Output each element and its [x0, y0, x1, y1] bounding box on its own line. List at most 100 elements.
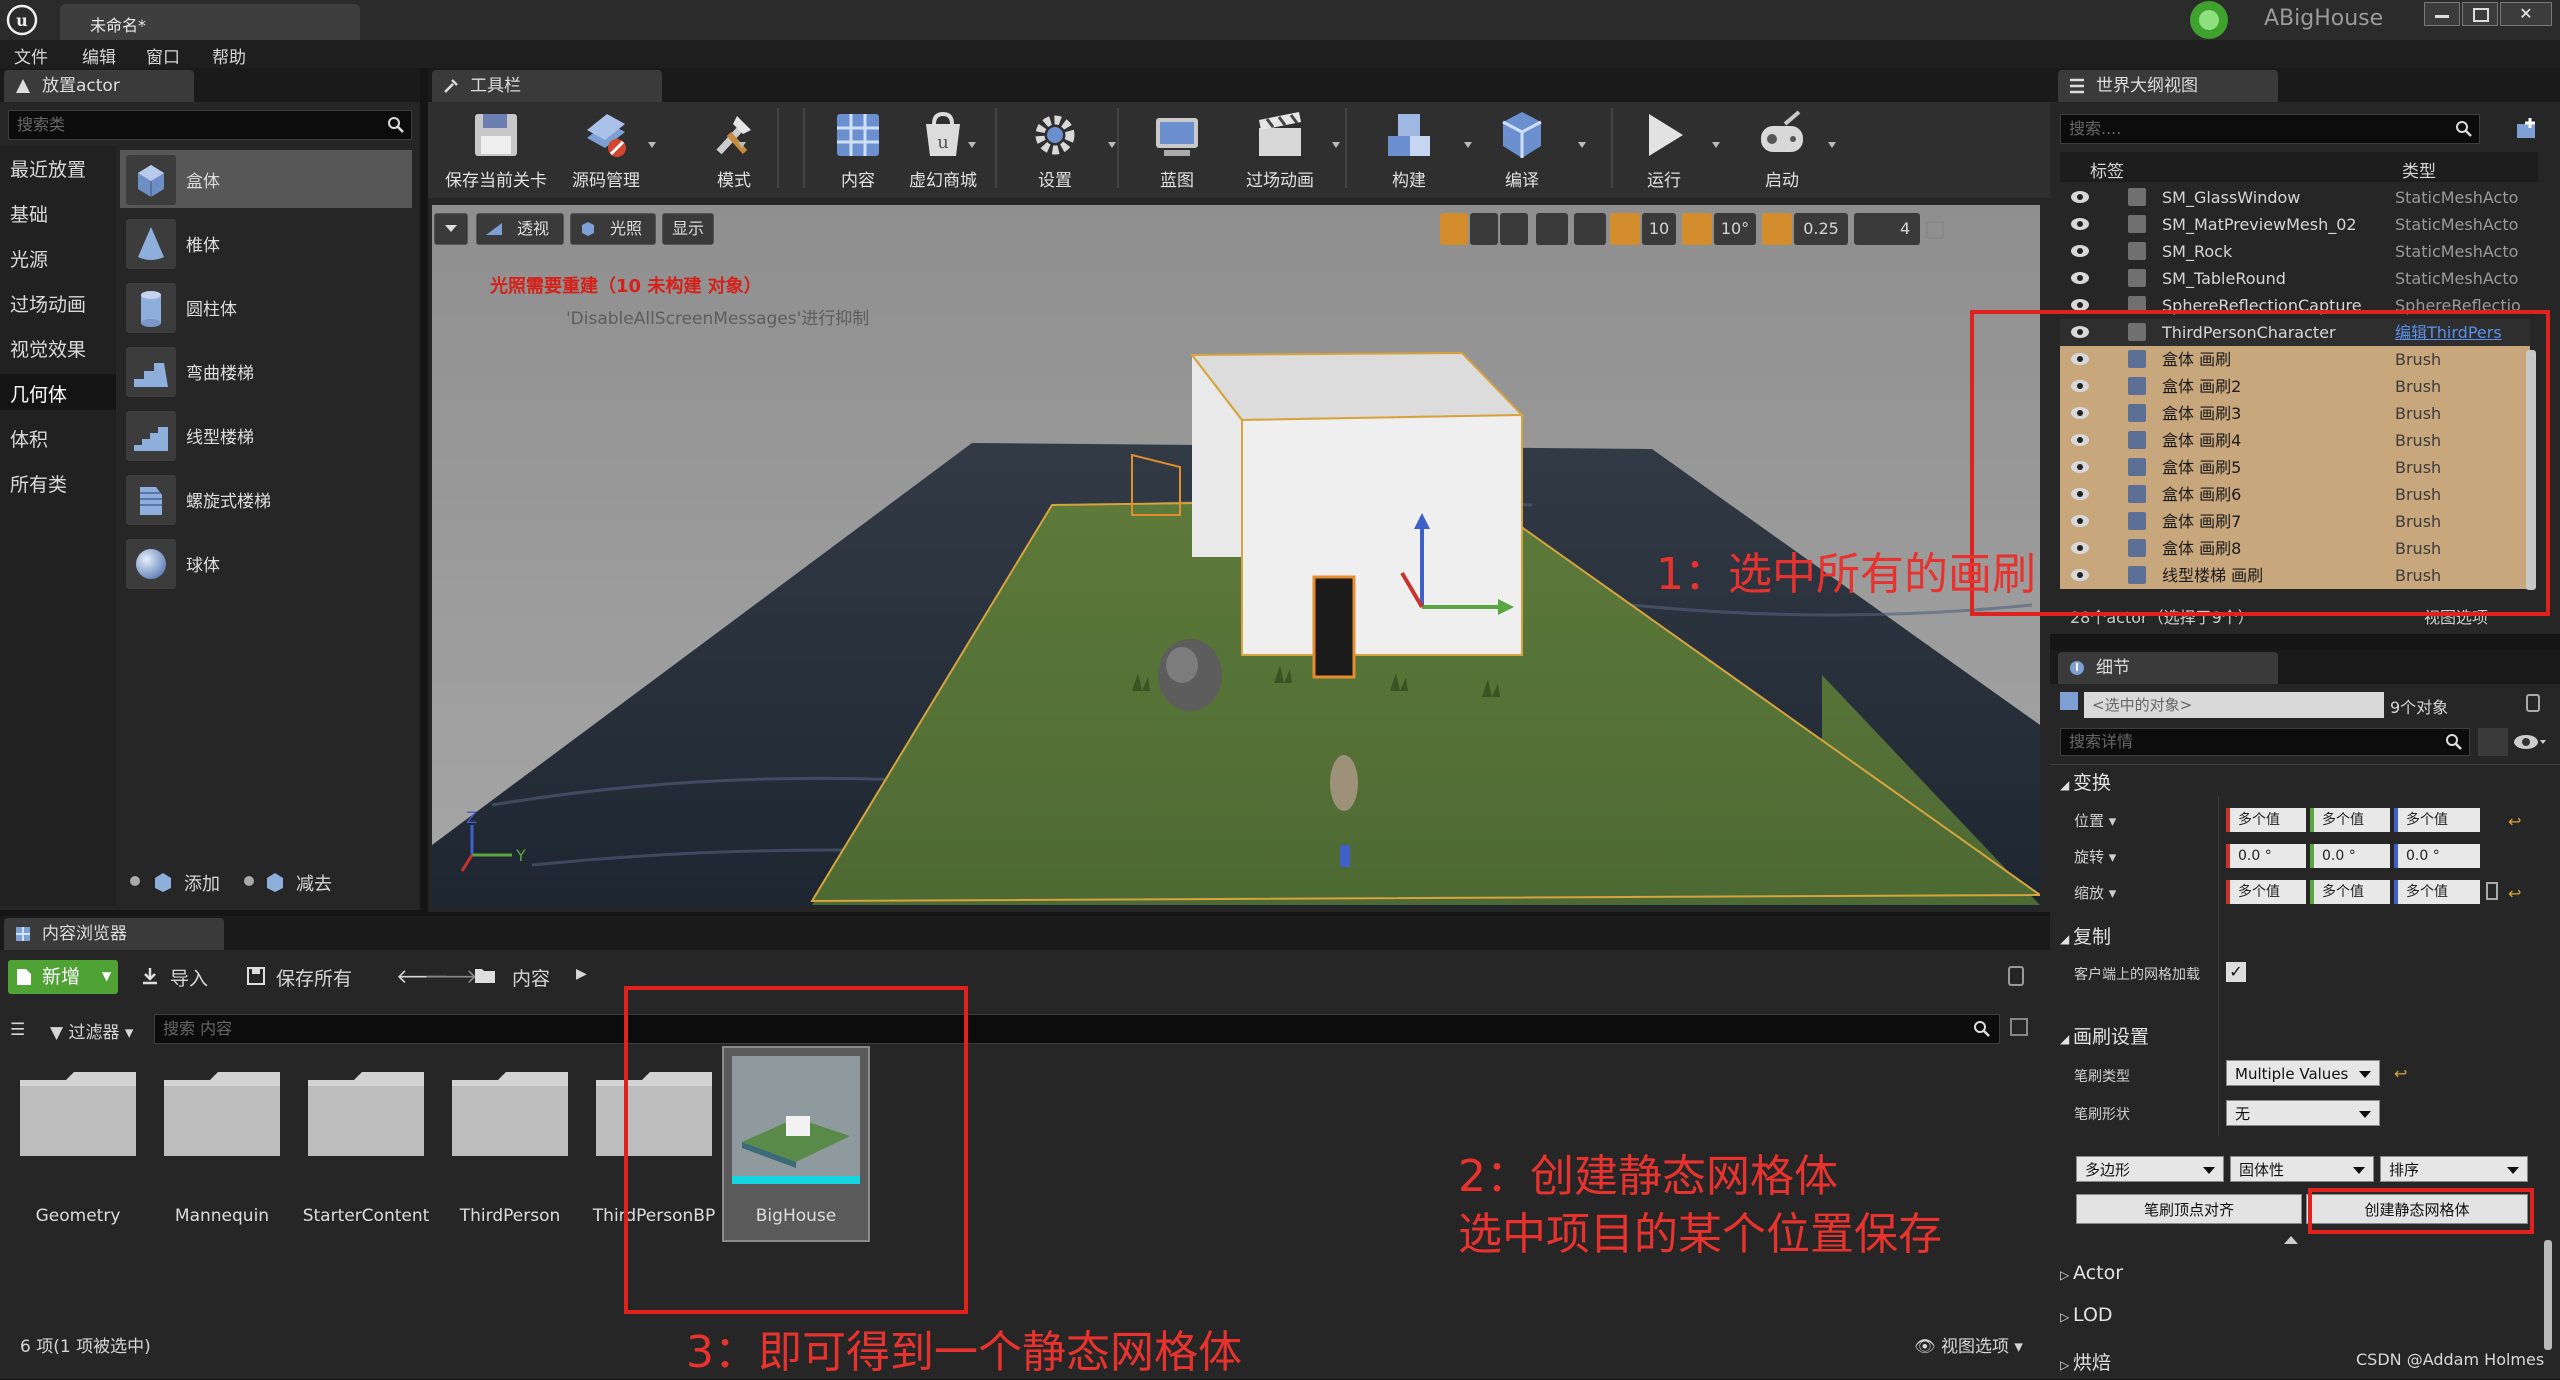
outliner-search-input[interactable]: 搜索....: [2060, 114, 2480, 144]
outliner-col-label[interactable]: 标签: [2090, 157, 2124, 182]
align-brush-vertices-button[interactable]: 笔刷顶点对齐: [2076, 1194, 2302, 1224]
viewport-options-button[interactable]: [434, 213, 468, 245]
order-dropdown[interactable]: 排序: [2380, 1156, 2528, 1182]
menu-window[interactable]: 窗口: [146, 43, 180, 68]
category-geometry[interactable]: 几何体: [10, 380, 67, 407]
polygon-dropdown[interactable]: 多边形: [2076, 1156, 2224, 1182]
location-x-field[interactable]: 多个值: [2226, 808, 2306, 832]
details-search-input[interactable]: 搜索详情: [2060, 728, 2470, 756]
brush-type-select[interactable]: Multiple Values: [2226, 1060, 2380, 1086]
breadcrumb-chevron-icon[interactable]: ▶: [576, 966, 587, 982]
close-button[interactable]: ✕: [2500, 2, 2552, 26]
reset-location-icon[interactable]: ↩: [2508, 812, 2521, 831]
brush-shape-select[interactable]: 无: [2226, 1100, 2380, 1126]
place-item-linear-stair[interactable]: 线型楼梯: [120, 406, 412, 464]
scale-snap-icon[interactable]: [1762, 213, 1792, 245]
scale-snap-value[interactable]: 0.25: [1794, 213, 1848, 245]
minimize-button[interactable]: [2424, 2, 2460, 26]
add-radio[interactable]: [130, 876, 140, 886]
place-actors-tab[interactable]: 放置actor: [4, 70, 194, 102]
save-search-icon[interactable]: [2010, 1018, 2028, 1036]
scale-x-field[interactable]: 多个值: [2226, 880, 2306, 904]
folder-third-person[interactable]: [450, 1068, 570, 1158]
content-lock-icon[interactable]: [2008, 966, 2024, 986]
folder-mannequin[interactable]: [162, 1068, 282, 1158]
visibility-eye-icon[interactable]: [2070, 244, 2090, 258]
rotation-z-field[interactable]: 0.0 °: [2394, 844, 2480, 868]
grid-snap-value[interactable]: 10: [1642, 213, 1676, 245]
maximize-button[interactable]: [2462, 2, 2498, 26]
content-search-input[interactable]: 搜索 内容: [154, 1014, 2000, 1044]
outliner-row[interactable]: SM_Rock StaticMeshActo: [2060, 238, 2530, 265]
scale-y-field[interactable]: 多个值: [2310, 880, 2390, 904]
category-lights[interactable]: 光源: [10, 245, 48, 272]
transform-section[interactable]: ◢ 变换: [2060, 768, 2111, 795]
solidity-dropdown[interactable]: 固体性: [2230, 1156, 2374, 1182]
folder-geometry[interactable]: [18, 1068, 138, 1158]
place-item-cone[interactable]: 椎体: [120, 214, 412, 272]
outliner-col-type[interactable]: 类型: [2402, 157, 2436, 182]
surface-snap-icon[interactable]: [1574, 213, 1606, 245]
location-z-field[interactable]: 多个值: [2394, 808, 2480, 832]
place-item-cylinder[interactable]: 圆柱体: [120, 278, 412, 336]
world-local-icon[interactable]: [1536, 213, 1568, 245]
camera-speed-button[interactable]: 4: [1854, 213, 1920, 245]
grid-snap-icon[interactable]: [1610, 213, 1640, 245]
add-folder-icon[interactable]: [2514, 116, 2540, 142]
replication-section[interactable]: ◢ 复制: [2060, 922, 2111, 949]
maximize-viewport-icon[interactable]: [1926, 221, 1944, 239]
rotate-mode-icon[interactable]: [1470, 213, 1498, 245]
category-cinematic[interactable]: 过场动画: [10, 290, 86, 317]
actor-section[interactable]: ▷ Actor: [2060, 1262, 2123, 1284]
document-tab[interactable]: 未命名*: [60, 4, 360, 40]
content-browser-tab[interactable]: 内容浏览器: [4, 918, 224, 950]
outliner-row[interactable]: SM_MatPreviewMesh_02 StaticMeshActo: [2060, 211, 2530, 238]
rotation-y-field[interactable]: 0.0 °: [2310, 844, 2390, 868]
rotation-snap-value[interactable]: 10°: [1714, 213, 1756, 245]
details-scrollbar[interactable]: [2544, 1240, 2552, 1350]
place-item-sphere[interactable]: 球体: [120, 534, 412, 592]
location-y-field[interactable]: 多个值: [2310, 808, 2390, 832]
scale-lock-icon[interactable]: [2486, 882, 2498, 900]
toolbar-tab[interactable]: 工具栏: [432, 70, 662, 102]
visibility-eye-icon[interactable]: [2070, 190, 2090, 204]
subtract-radio[interactable]: [244, 876, 254, 886]
place-actors-search-input[interactable]: 搜索类: [8, 110, 412, 140]
menu-edit[interactable]: 编辑: [82, 43, 116, 68]
outliner-row[interactable]: SM_TableRound StaticMeshActo: [2060, 265, 2530, 292]
history-forward-icon[interactable]: 🡒: [424, 964, 478, 988]
lod-section[interactable]: ▷ LOD: [2060, 1304, 2113, 1326]
menu-help[interactable]: 帮助: [212, 43, 246, 68]
unreal-logo-icon[interactable]: u: [6, 4, 38, 36]
outliner-row[interactable]: SM_GlassWindow StaticMeshActo: [2060, 184, 2530, 211]
reset-brush-type-icon[interactable]: ↩: [2394, 1064, 2407, 1083]
sources-toggle-icon[interactable]: ☰: [10, 1020, 25, 1040]
brush-settings-section[interactable]: ◢ 画刷设置: [2060, 1022, 2149, 1049]
details-tab[interactable]: 细节: [2058, 652, 2278, 684]
filters-button[interactable]: ▼ 过滤器 ▾: [50, 1018, 133, 1043]
rotation-x-field[interactable]: 0.0 °: [2226, 844, 2306, 868]
folder-starter-content[interactable]: [306, 1068, 426, 1158]
category-basic[interactable]: 基础: [10, 200, 48, 227]
visibility-eye-icon[interactable]: [2512, 728, 2548, 756]
visibility-eye-icon[interactable]: [2070, 271, 2090, 285]
show-button[interactable]: 显示: [662, 213, 714, 245]
rotation-snap-icon[interactable]: [1682, 213, 1712, 245]
place-item-box[interactable]: 盒体: [120, 150, 412, 208]
category-visual-effects[interactable]: 视觉效果: [10, 335, 86, 362]
content-view-options[interactable]: 👁 视图选项 ▾: [1914, 1332, 2023, 1357]
scale-z-field[interactable]: 多个值: [2394, 880, 2480, 904]
add-new-button[interactable]: 新增 ▼: [8, 960, 118, 994]
translate-mode-icon[interactable]: [1440, 213, 1468, 245]
scale-mode-icon[interactable]: [1500, 213, 1528, 245]
menu-file[interactable]: 文件: [14, 43, 48, 68]
outliner-tab[interactable]: 世界大纲视图: [2058, 70, 2278, 102]
breadcrumb-content[interactable]: 内容: [512, 964, 550, 991]
place-item-curved-stair[interactable]: 弯曲楼梯: [120, 342, 412, 400]
property-matrix-icon[interactable]: [2478, 728, 2508, 756]
cooking-section[interactable]: ▷ 烘焙: [2060, 1348, 2111, 1375]
client-mesh-checkbox[interactable]: ✓: [2226, 962, 2246, 982]
collapse-advanced-icon[interactable]: [2284, 1236, 2298, 1244]
visibility-eye-icon[interactable]: [2070, 217, 2090, 231]
selected-objects-field[interactable]: <选中的对象>: [2084, 692, 2384, 718]
